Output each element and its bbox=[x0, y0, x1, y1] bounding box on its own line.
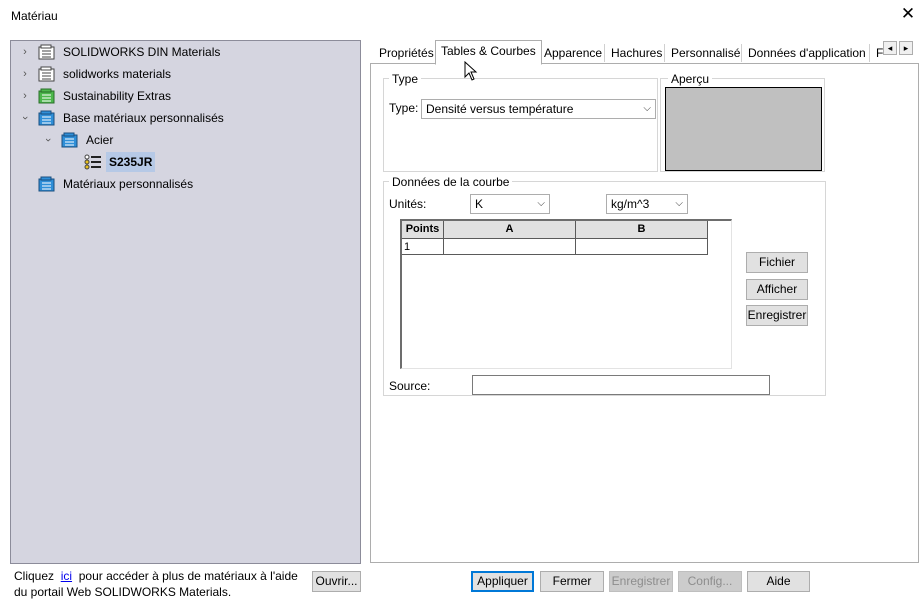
type-select-value: Densité versus température bbox=[426, 102, 574, 116]
tab-tables-courbes[interactable]: Tables & Courbes bbox=[435, 40, 542, 65]
tab-scroll-left-icon[interactable]: ◂ bbox=[883, 41, 897, 55]
file-button[interactable]: Fichier bbox=[746, 252, 808, 273]
column-header-a: A bbox=[444, 221, 576, 239]
footer-help-text: Cliquez ici pour accéder à plus de matér… bbox=[14, 568, 309, 600]
row-number-cell: 1 bbox=[402, 239, 444, 255]
category-icon bbox=[61, 132, 78, 148]
table-cell-a[interactable] bbox=[444, 239, 576, 255]
unit-y-value: kg/m^3 bbox=[611, 197, 650, 211]
here-link[interactable]: ici bbox=[61, 569, 72, 583]
footer-text-before: Cliquez bbox=[14, 569, 55, 583]
mouse-cursor-icon bbox=[464, 61, 478, 81]
library-blue-icon bbox=[38, 110, 55, 126]
tab-strip: Propriétés Tables & Courbes Apparence Ha… bbox=[370, 40, 919, 65]
curve-data-grid[interactable]: Points A B 1 bbox=[400, 219, 732, 369]
library-icon bbox=[38, 66, 55, 82]
tree-item-label: Matériaux personnalisés bbox=[63, 177, 194, 191]
preview-group-title: Aperçu bbox=[668, 72, 713, 86]
apply-button[interactable]: Appliquer bbox=[471, 571, 534, 592]
tree-item-label: Acier bbox=[86, 133, 114, 147]
chevron-down-icon: ⌵ bbox=[643, 103, 651, 114]
type-group: Type Type: Densité versus température ⌵ bbox=[383, 72, 658, 172]
save-button[interactable]: Enregistrer bbox=[609, 571, 673, 592]
curve-data-group: Données de la courbe Unités: K ⌵ kg/m^3 … bbox=[383, 175, 826, 396]
tab-donnees-application[interactable]: Données d'application bbox=[742, 42, 872, 64]
type-label: Type: bbox=[389, 101, 419, 115]
tree-item-acier[interactable]: › Acier bbox=[11, 130, 360, 150]
unit-x-value: K bbox=[475, 197, 484, 211]
close-icon[interactable]: ✕ bbox=[898, 4, 918, 24]
help-button[interactable]: Aide bbox=[747, 571, 810, 592]
library-green-icon bbox=[38, 88, 55, 104]
curve-group-title: Données de la courbe bbox=[389, 175, 513, 189]
chevron-down-icon: ⌵ bbox=[675, 198, 683, 209]
footer-text-after: pour accéder à plus de matériaux à l'aid… bbox=[14, 569, 298, 599]
preview-group: Aperçu bbox=[660, 72, 825, 172]
column-header-b: B bbox=[576, 221, 708, 239]
tree-item-s235jr[interactable]: S235JR bbox=[11, 152, 360, 172]
library-blue-icon bbox=[38, 176, 55, 192]
close-button[interactable]: Fermer bbox=[540, 571, 604, 592]
tab-scroll-right-icon[interactable]: ▸ bbox=[899, 41, 913, 55]
tab-hachures[interactable]: Hachures bbox=[605, 42, 668, 64]
tree-item-base-materiaux[interactable]: › Base matériaux personnalisés bbox=[11, 108, 360, 128]
tree-item-solidworks-materials[interactable]: › solidworks materials bbox=[11, 64, 360, 84]
unit-x-select[interactable]: K ⌵ bbox=[470, 194, 550, 214]
chevron-right-icon[interactable]: › bbox=[19, 42, 31, 62]
tree-item-label: Base matériaux personnalisés bbox=[63, 111, 224, 125]
tree-item-label: SOLIDWORKS DIN Materials bbox=[63, 45, 221, 59]
materials-tree[interactable]: › SOLIDWORKS DIN Materials › solidworks … bbox=[10, 40, 361, 564]
open-button[interactable]: Ouvrir... bbox=[312, 571, 361, 592]
source-input[interactable] bbox=[472, 375, 770, 395]
chevron-right-icon[interactable]: › bbox=[19, 64, 31, 84]
tree-item-label: Sustainability Extras bbox=[63, 89, 172, 103]
tree-item-sustainability-extras[interactable]: › Sustainability Extras bbox=[11, 86, 360, 106]
save-curve-button[interactable]: Enregistrer bbox=[746, 305, 808, 326]
config-button[interactable]: Config... bbox=[678, 571, 742, 592]
preview-box bbox=[665, 87, 822, 171]
chevron-down-icon[interactable]: › bbox=[38, 134, 58, 146]
table-cell-b[interactable] bbox=[576, 239, 708, 255]
units-label: Unités: bbox=[389, 197, 427, 211]
library-icon bbox=[38, 44, 55, 60]
chevron-down-icon[interactable]: › bbox=[15, 112, 35, 124]
tab-apparence[interactable]: Apparence bbox=[538, 42, 608, 64]
column-header-points: Points bbox=[402, 221, 444, 239]
material-icon bbox=[84, 154, 101, 170]
tree-item-solidworks-din[interactable]: › SOLIDWORKS DIN Materials bbox=[11, 42, 360, 62]
chevron-right-icon[interactable]: › bbox=[19, 86, 31, 106]
tab-proprietes[interactable]: Propriétés bbox=[373, 42, 440, 64]
tree-item-label: solidworks materials bbox=[63, 67, 172, 81]
source-label: Source: bbox=[389, 379, 431, 393]
chevron-down-icon: ⌵ bbox=[537, 198, 545, 209]
tab-personnalise[interactable]: Personnalisé bbox=[665, 42, 746, 64]
tree-item-materiaux-personnalises[interactable]: Matériaux personnalisés bbox=[11, 174, 360, 194]
window-title: Matériau bbox=[11, 9, 58, 23]
unit-y-select[interactable]: kg/m^3 ⌵ bbox=[606, 194, 688, 214]
show-button[interactable]: Afficher bbox=[746, 279, 808, 300]
type-group-title: Type bbox=[389, 72, 422, 86]
tree-item-label: S235JR bbox=[106, 152, 156, 172]
type-select[interactable]: Densité versus température ⌵ bbox=[421, 99, 656, 119]
